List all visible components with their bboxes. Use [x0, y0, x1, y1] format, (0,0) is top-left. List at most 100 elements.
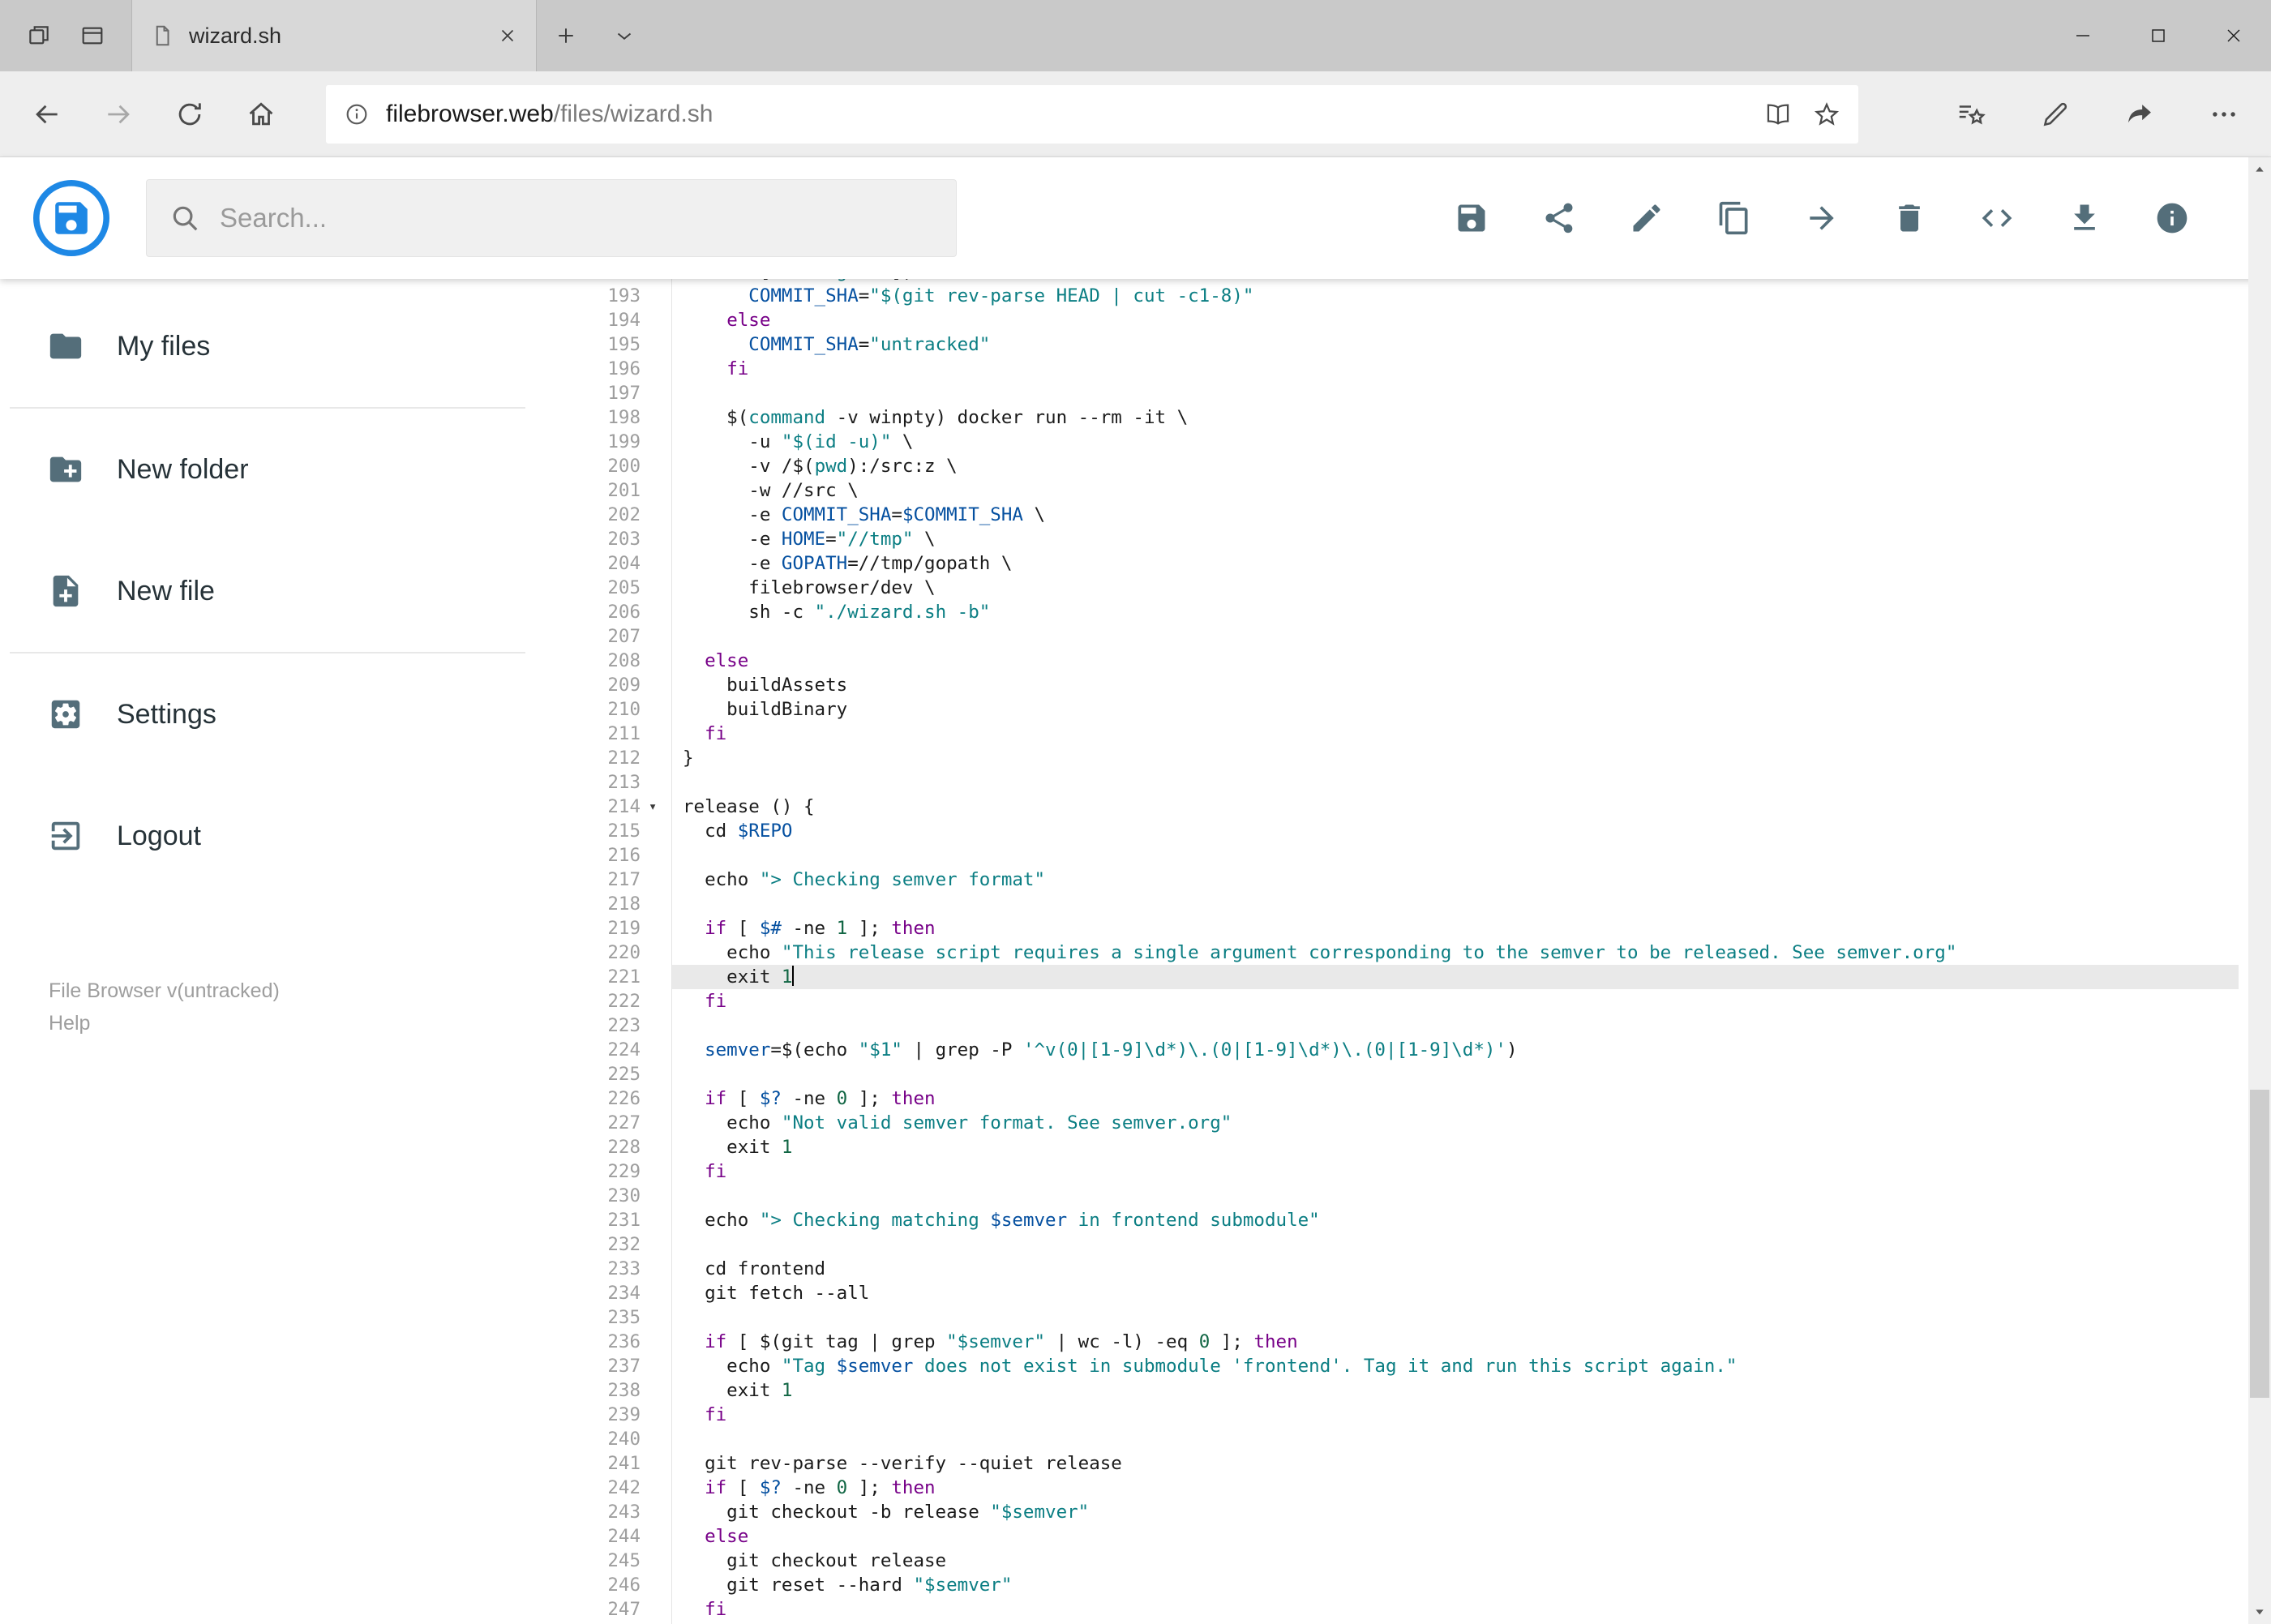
code-text[interactable]: git rev-parse --verify --quiet release	[671, 1451, 2239, 1476]
code-line[interactable]: 243 git checkout -b release "$semver"	[535, 1500, 2239, 1524]
search-box[interactable]	[146, 179, 957, 257]
code-editor[interactable]: 192 if [ -d ".git" ]; then193 COMMIT_SHA…	[535, 279, 2271, 1624]
code-text[interactable]	[671, 1013, 2239, 1038]
code-line[interactable]: 198 $(command -v winpty) docker run --rm…	[535, 405, 2239, 430]
reading-view-icon[interactable]	[1764, 101, 1792, 128]
close-window-button[interactable]	[2196, 0, 2271, 71]
new-tab-button[interactable]	[537, 0, 595, 71]
code-text[interactable]: echo "Not valid semver format. See semve…	[671, 1111, 2239, 1135]
code-text[interactable]: COMMIT_SHA="untracked"	[671, 332, 2239, 357]
code-text[interactable]: echo "> Checking semver format"	[671, 868, 2239, 892]
code-text[interactable]: }	[671, 746, 2239, 770]
delete-button[interactable]	[1892, 200, 1927, 236]
code-text[interactable]	[671, 1062, 2239, 1086]
code-line[interactable]: 218	[535, 892, 2239, 916]
code-text[interactable]	[671, 892, 2239, 916]
code-text[interactable]	[671, 1232, 2239, 1257]
code-line[interactable]: 199 -u "$(id -u)" \	[535, 430, 2239, 454]
page-scrollbar[interactable]	[2248, 157, 2271, 1624]
sidebar-item-logout[interactable]: Logout	[0, 775, 535, 897]
code-line[interactable]: 216	[535, 843, 2239, 868]
site-info-icon[interactable]	[344, 101, 370, 127]
move-button[interactable]	[1804, 200, 1840, 236]
code-text[interactable]: else	[671, 1524, 2239, 1549]
browser-tab-active[interactable]: wizard.sh	[131, 0, 537, 71]
code-text[interactable]: exit 1	[671, 1378, 2239, 1403]
code-text[interactable]: $(command -v winpty) docker run --rm -it…	[671, 405, 2239, 430]
code-text[interactable]: fi	[671, 1159, 2239, 1184]
code-line[interactable]: 211 fi	[535, 722, 2239, 746]
code-line[interactable]: 215 cd $REPO	[535, 819, 2239, 843]
code-text[interactable]: if [ $? -ne 0 ]; then	[671, 1476, 2239, 1500]
code-text[interactable]: -v /$(pwd):/src:z \	[671, 454, 2239, 478]
tab-previews-chevron-icon[interactable]	[595, 0, 653, 71]
code-line[interactable]: 212}	[535, 746, 2239, 770]
hub-favorites-icon[interactable]	[1935, 79, 2007, 150]
favorite-star-icon[interactable]	[1813, 101, 1840, 128]
code-line[interactable]: 213	[535, 770, 2239, 795]
code-text[interactable]	[671, 1427, 2239, 1451]
code-text[interactable]: else	[671, 649, 2239, 673]
code-line[interactable]: 244 else	[535, 1524, 2239, 1549]
code-line[interactable]: 230	[535, 1184, 2239, 1208]
code-text[interactable]: if [ $(git tag | grep "$semver" | wc -l)…	[671, 1330, 2239, 1354]
search-input[interactable]	[220, 203, 933, 234]
home-button[interactable]	[225, 79, 297, 150]
copy-button[interactable]	[1716, 200, 1752, 236]
tab-close-icon[interactable]	[497, 25, 518, 46]
code-line[interactable]: 232	[535, 1232, 2239, 1257]
save-button[interactable]	[1454, 200, 1489, 236]
code-text[interactable]: if [ $# -ne 1 ]; then	[671, 916, 2239, 941]
code-line[interactable]: 229 fi	[535, 1159, 2239, 1184]
code-text[interactable]: cd frontend	[671, 1257, 2239, 1281]
code-text[interactable]: sh -c "./wizard.sh -b"	[671, 600, 2239, 624]
code-text[interactable]	[671, 770, 2239, 795]
code-line[interactable]: 227 echo "Not valid semver format. See s…	[535, 1111, 2239, 1135]
annotate-pen-icon[interactable]	[2020, 79, 2091, 150]
code-text[interactable]: COMMIT_SHA="$(git rev-parse HEAD | cut -…	[671, 284, 2239, 308]
settings-and-more-icon[interactable]	[2188, 79, 2260, 150]
code-text[interactable]: fi	[671, 722, 2239, 746]
code-text[interactable]: echo "This release script requires a sin…	[671, 941, 2239, 965]
sidebar-item-new-file[interactable]: New file	[0, 530, 535, 652]
code-text[interactable]: fi	[671, 1403, 2239, 1427]
code-text[interactable]: git checkout -b release "$semver"	[671, 1500, 2239, 1524]
sidebar-item-new-folder[interactable]: New folder	[0, 409, 535, 530]
code-line[interactable]: 247 fi	[535, 1597, 2239, 1622]
code-line[interactable]: 231 echo "> Checking matching $semver in…	[535, 1208, 2239, 1232]
code-text[interactable]: if [ $? -ne 0 ]; then	[671, 1086, 2239, 1111]
scroll-down-icon[interactable]	[2248, 1600, 2271, 1624]
code-line[interactable]: 240	[535, 1427, 2239, 1451]
code-text[interactable]: git reset --hard "$semver"	[671, 1573, 2239, 1597]
code-line[interactable]: 246 git reset --hard "$semver"	[535, 1573, 2239, 1597]
code-line[interactable]: 234 git fetch --all	[535, 1281, 2239, 1305]
code-line[interactable]: 220 echo "This release script requires a…	[535, 941, 2239, 965]
code-line[interactable]: 204 -e GOPATH=//tmp/gopath \	[535, 551, 2239, 576]
code-line[interactable]: 237 echo "Tag $semver does not exist in …	[535, 1354, 2239, 1378]
code-text[interactable]	[671, 624, 2239, 649]
code-line[interactable]: 200 -v /$(pwd):/src:z \	[535, 454, 2239, 478]
maximize-button[interactable]	[2120, 0, 2196, 71]
code-line[interactable]: 202 -e COMMIT_SHA=$COMMIT_SHA \	[535, 503, 2239, 527]
sidebar-item-my-files[interactable]: My files	[0, 285, 535, 407]
code-text[interactable]: buildAssets	[671, 673, 2239, 697]
code-line[interactable]: 196 fi	[535, 357, 2239, 381]
info-button[interactable]	[2154, 200, 2190, 236]
download-button[interactable]	[2067, 200, 2102, 236]
code-line[interactable]: 224 semver=$(echo "$1" | grep -P '^v(0|[…	[535, 1038, 2239, 1062]
code-text[interactable]: -e HOME="//tmp" \	[671, 527, 2239, 551]
code-line[interactable]: 203 -e HOME="//tmp" \	[535, 527, 2239, 551]
code-line[interactable]: 225	[535, 1062, 2239, 1086]
code-text[interactable]: exit 1	[671, 965, 2239, 989]
sidebar-item-settings[interactable]: Settings	[0, 653, 535, 775]
scrollbar-thumb[interactable]	[2250, 1090, 2269, 1398]
code-line[interactable]: 245 git checkout release	[535, 1549, 2239, 1573]
code-text[interactable]	[671, 381, 2239, 405]
help-link[interactable]: Help	[49, 1007, 486, 1039]
code-text[interactable]: echo "Tag $semver does not exist in subm…	[671, 1354, 2239, 1378]
fold-marker-icon[interactable]: ▾	[649, 795, 671, 819]
code-line[interactable]: 210 buildBinary	[535, 697, 2239, 722]
code-line[interactable]: 195 COMMIT_SHA="untracked"	[535, 332, 2239, 357]
code-line[interactable]: 208 else	[535, 649, 2239, 673]
code-text[interactable]: git checkout release	[671, 1549, 2239, 1573]
